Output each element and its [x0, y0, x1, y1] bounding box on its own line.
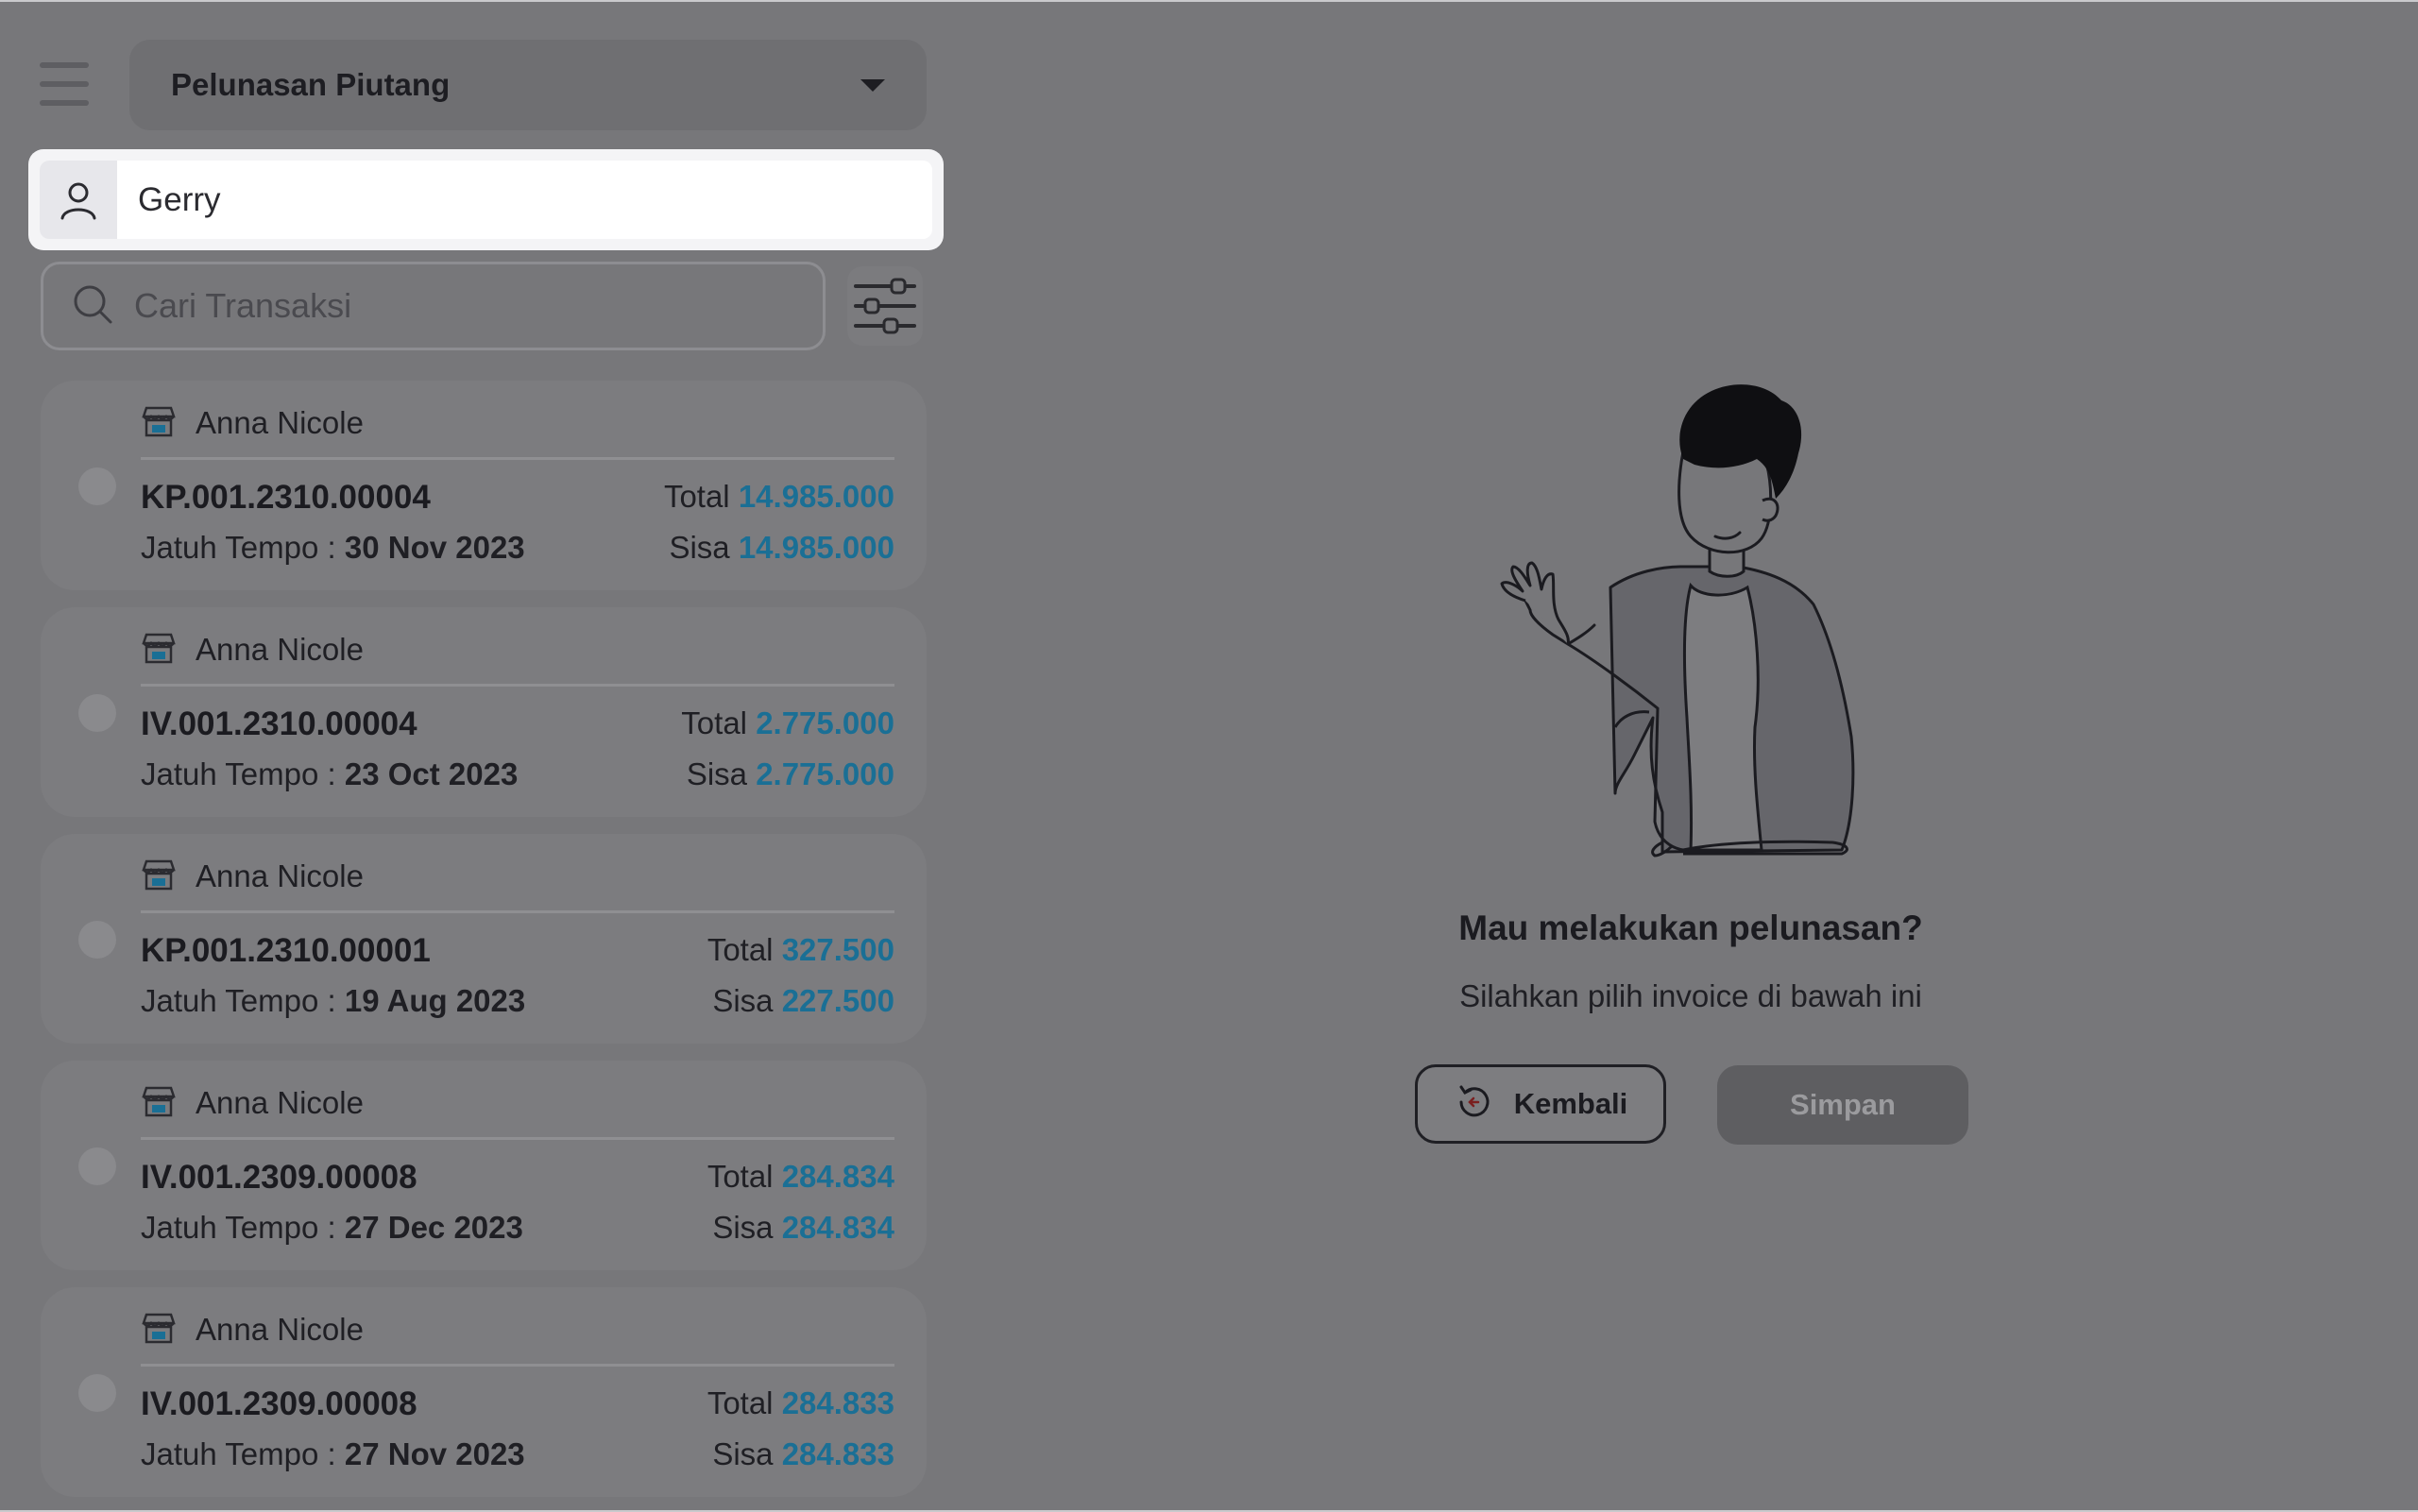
select-radio[interactable]: [78, 1147, 116, 1185]
window-top-border: [0, 0, 2418, 2]
remaining-amount: 14.985.000: [738, 530, 894, 565]
customer-name: Gerry: [138, 180, 221, 218]
search-box[interactable]: [41, 262, 826, 350]
store-name: Anna Nicole: [196, 1312, 364, 1347]
total-line: Total 14.985.000: [664, 479, 894, 515]
empty-state-subtitle: Silahkan pilih invoice di bawah ini: [1459, 978, 1922, 1013]
total-label: Total: [707, 1385, 774, 1420]
due-date-line: Jatuh Tempo : 27 Dec 2023: [141, 1210, 523, 1246]
due-label: Jatuh Tempo :: [141, 530, 336, 565]
due-label: Jatuh Tempo :: [141, 983, 336, 1018]
store-icon: [141, 858, 177, 895]
search-input[interactable]: [132, 285, 778, 327]
total-label: Total: [707, 1159, 774, 1194]
save-button-label: Simpan: [1790, 1088, 1896, 1121]
due-date-line: Jatuh Tempo : 19 Aug 2023: [141, 983, 525, 1019]
chevron-down-icon: [860, 78, 885, 92]
total-amount: 284.833: [781, 1385, 894, 1420]
due-date-line: Jatuh Tempo : 27 Nov 2023: [141, 1436, 525, 1472]
module-dropdown[interactable]: Pelunasan Piutang: [129, 40, 927, 130]
invoice-card[interactable]: Anna Nicole KP.001.2310.00001 Jatuh Temp…: [41, 834, 927, 1044]
divider: [141, 1137, 894, 1140]
select-radio[interactable]: [78, 467, 116, 505]
back-button[interactable]: Kembali: [1415, 1064, 1666, 1144]
remaining-amount: 284.833: [781, 1436, 894, 1471]
due-date: 27 Dec 2023: [344, 1210, 523, 1245]
total-label: Total: [681, 705, 748, 740]
invoice-card[interactable]: Anna Nicole KP.001.2310.00004 Jatuh Temp…: [41, 381, 927, 590]
total-line: Total 327.500: [707, 932, 894, 968]
customer-field[interactable]: Gerry: [28, 149, 944, 250]
total-amount: 327.500: [781, 932, 894, 967]
store-icon: [141, 405, 177, 442]
back-button-label: Kembali: [1513, 1087, 1628, 1120]
store-name: Anna Nicole: [196, 858, 364, 893]
select-radio[interactable]: [78, 1374, 116, 1412]
due-date-line: Jatuh Tempo : 30 Nov 2023: [141, 530, 525, 566]
total-amount: 284.834: [781, 1159, 894, 1194]
total-amount: 2.775.000: [756, 705, 894, 740]
filter-sliders-icon[interactable]: [847, 266, 923, 346]
remaining-amount: 227.500: [781, 983, 894, 1018]
remaining-amount: 2.775.000: [756, 756, 894, 791]
sisa-label: Sisa: [686, 756, 748, 791]
due-date: 30 Nov 2023: [344, 530, 525, 565]
total-label: Total: [663, 479, 730, 514]
invoice-card[interactable]: Anna Nicole IV.001.2309.00008 Jatuh Temp…: [41, 1287, 927, 1497]
total-label: Total: [707, 932, 774, 967]
search-icon: [72, 283, 113, 330]
divider: [141, 457, 894, 460]
due-date: 27 Nov 2023: [344, 1436, 525, 1471]
invoice-number: IV.001.2310.00004: [141, 705, 417, 742]
invoice-number: KP.001.2310.00004: [141, 479, 431, 516]
store-icon: [141, 1312, 177, 1349]
sisa-label: Sisa: [712, 1436, 774, 1471]
remaining-line: Sisa 14.985.000: [669, 530, 894, 566]
store-name: Anna Nicole: [196, 405, 364, 440]
invoice-number: IV.001.2309.00008: [141, 1159, 417, 1196]
total-line: Total 284.834: [707, 1159, 894, 1195]
due-date: 23 Oct 2023: [344, 756, 519, 791]
invoice-number: KP.001.2310.00001: [141, 932, 431, 969]
due-date-line: Jatuh Tempo : 23 Oct 2023: [141, 756, 518, 792]
select-radio[interactable]: [78, 694, 116, 732]
waving-person-illustration: [1500, 384, 1855, 858]
store-icon: [141, 632, 177, 669]
sisa-label: Sisa: [712, 1210, 774, 1245]
store-icon: [141, 1085, 177, 1122]
remaining-line: Sisa 2.775.000: [687, 756, 894, 792]
total-line: Total 284.833: [707, 1385, 894, 1421]
due-label: Jatuh Tempo :: [141, 1436, 336, 1471]
empty-state-title: Mau melakukan pelunasan?: [1458, 909, 1923, 947]
store-name: Anna Nicole: [196, 632, 364, 667]
store-name: Anna Nicole: [196, 1085, 364, 1120]
hamburger-menu-icon[interactable]: [38, 59, 91, 111]
save-button[interactable]: Simpan: [1717, 1065, 1968, 1145]
user-icon: [40, 161, 117, 239]
divider: [141, 1364, 894, 1367]
sisa-label: Sisa: [712, 983, 774, 1018]
due-label: Jatuh Tempo :: [141, 756, 336, 791]
divider: [141, 910, 894, 913]
back-arrow-icon: [1454, 1081, 1495, 1128]
due-date: 19 Aug 2023: [344, 983, 526, 1018]
invoice-number: IV.001.2309.00008: [141, 1385, 417, 1422]
remaining-line: Sisa 284.834: [712, 1210, 894, 1246]
due-label: Jatuh Tempo :: [141, 1210, 336, 1245]
invoice-card[interactable]: Anna Nicole IV.001.2309.00008 Jatuh Temp…: [41, 1061, 927, 1270]
divider: [141, 684, 894, 687]
module-title: Pelunasan Piutang: [171, 67, 451, 102]
invoice-card[interactable]: Anna Nicole IV.001.2310.00004 Jatuh Temp…: [41, 607, 927, 817]
sisa-label: Sisa: [669, 530, 730, 565]
remaining-line: Sisa 284.833: [712, 1436, 894, 1472]
total-amount: 14.985.000: [738, 479, 894, 514]
remaining-amount: 284.834: [781, 1210, 894, 1245]
select-radio[interactable]: [78, 921, 116, 959]
remaining-line: Sisa 227.500: [712, 983, 894, 1019]
total-line: Total 2.775.000: [681, 705, 894, 741]
